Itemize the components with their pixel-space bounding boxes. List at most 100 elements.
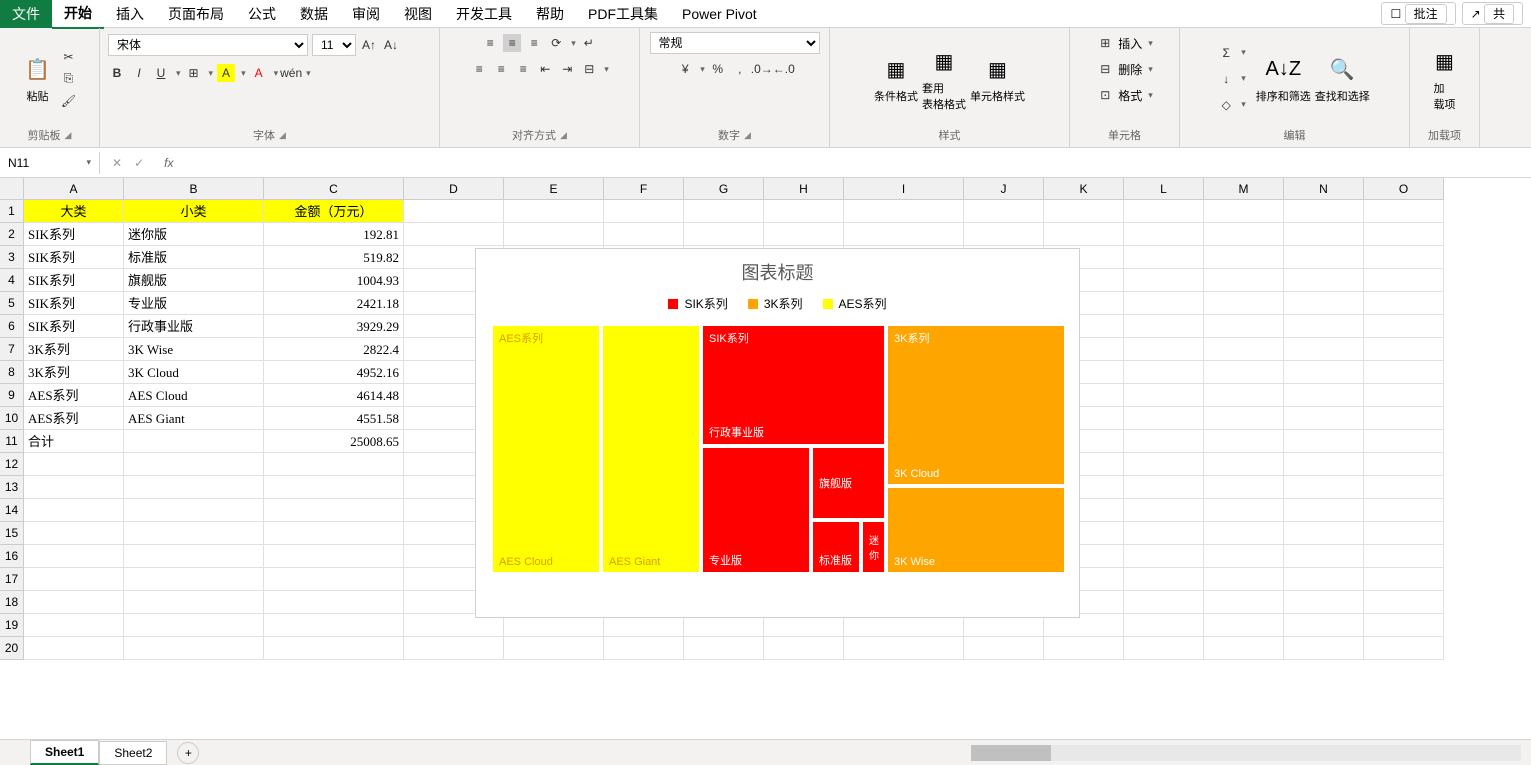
cell-L11[interactable]: [1124, 430, 1204, 453]
cell-M15[interactable]: [1204, 522, 1284, 545]
cell-N11[interactable]: [1284, 430, 1364, 453]
col-header-H[interactable]: H: [764, 178, 844, 200]
cell-A17[interactable]: [24, 568, 124, 591]
cell-K20[interactable]: [1044, 637, 1124, 660]
row-header-12[interactable]: 12: [0, 453, 24, 476]
cell-A13[interactable]: [24, 476, 124, 499]
row-header-20[interactable]: 20: [0, 637, 24, 660]
currency-icon[interactable]: ¥: [676, 60, 694, 78]
cell-C5[interactable]: 2421.18: [264, 292, 404, 315]
cell-A3[interactable]: SIK系列: [24, 246, 124, 269]
cell-E2[interactable]: [504, 223, 604, 246]
col-header-L[interactable]: L: [1124, 178, 1204, 200]
cell-N16[interactable]: [1284, 545, 1364, 568]
wrap-text-icon[interactable]: ↵: [580, 34, 598, 52]
cell-A15[interactable]: [24, 522, 124, 545]
col-header-O[interactable]: O: [1364, 178, 1444, 200]
delete-cells-button[interactable]: ⊟删除▾: [1096, 60, 1153, 78]
row-header-8[interactable]: 8: [0, 361, 24, 384]
cell-O12[interactable]: [1364, 453, 1444, 476]
row-header-1[interactable]: 1: [0, 200, 24, 223]
tm-sik-mini[interactable]: 迷你: [861, 520, 886, 574]
cell-C2[interactable]: 192.81: [264, 223, 404, 246]
cell-O16[interactable]: [1364, 545, 1444, 568]
cell-N8[interactable]: [1284, 361, 1364, 384]
cancel-icon[interactable]: ✕: [112, 156, 122, 170]
cell-N7[interactable]: [1284, 338, 1364, 361]
autosum-button[interactable]: Σ▾: [1217, 44, 1246, 62]
row-header-14[interactable]: 14: [0, 499, 24, 522]
cell-C7[interactable]: 2822.4: [264, 338, 404, 361]
table-format-button[interactable]: ▦套用 表格格式: [920, 46, 968, 112]
align-middle-icon[interactable]: ≡: [503, 34, 521, 52]
sort-filter-button[interactable]: A↓Z排序和筛选: [1254, 54, 1313, 104]
tab-insert[interactable]: 插入: [104, 0, 156, 28]
tab-data[interactable]: 数据: [288, 0, 340, 28]
cell-M1[interactable]: [1204, 200, 1284, 223]
col-header-I[interactable]: I: [844, 178, 964, 200]
add-sheet-button[interactable]: +: [177, 742, 199, 764]
cell-A11[interactable]: 合计: [24, 430, 124, 453]
col-header-J[interactable]: J: [964, 178, 1044, 200]
cell-B17[interactable]: [124, 568, 264, 591]
decrease-decimal-icon[interactable]: ←.0: [775, 60, 793, 78]
cell-B15[interactable]: [124, 522, 264, 545]
decrease-font-icon[interactable]: A↓: [382, 36, 400, 54]
col-header-K[interactable]: K: [1044, 178, 1124, 200]
tab-layout[interactable]: 页面布局: [156, 0, 236, 28]
cell-L7[interactable]: [1124, 338, 1204, 361]
fx-icon[interactable]: fx: [156, 156, 181, 170]
cell-E1[interactable]: [504, 200, 604, 223]
cell-N2[interactable]: [1284, 223, 1364, 246]
phonetic-icon[interactable]: wén: [282, 64, 300, 82]
cell-A2[interactable]: SIK系列: [24, 223, 124, 246]
tm-3k-cloud[interactable]: 3K系列 3K Cloud: [886, 324, 1066, 486]
copy-icon[interactable]: ⎘: [60, 70, 78, 88]
cell-M8[interactable]: [1204, 361, 1284, 384]
cell-O7[interactable]: [1364, 338, 1444, 361]
cell-L6[interactable]: [1124, 315, 1204, 338]
row-header-19[interactable]: 19: [0, 614, 24, 637]
cell-M9[interactable]: [1204, 384, 1284, 407]
clear-button[interactable]: ◇▾: [1217, 96, 1246, 114]
indent-increase-icon[interactable]: ⇥: [558, 60, 576, 78]
tm-aes-giant[interactable]: AES Giant: [601, 324, 701, 574]
cell-A10[interactable]: AES系列: [24, 407, 124, 430]
bold-icon[interactable]: B: [108, 64, 126, 82]
cell-N18[interactable]: [1284, 591, 1364, 614]
cell-B2[interactable]: 迷你版: [124, 223, 264, 246]
font-name-select[interactable]: 宋体: [108, 34, 308, 56]
tm-sik-flagship[interactable]: 旗舰版: [811, 446, 886, 520]
cell-B8[interactable]: 3K Cloud: [124, 361, 264, 384]
cell-L15[interactable]: [1124, 522, 1204, 545]
cell-C11[interactable]: 25008.65: [264, 430, 404, 453]
cell-M19[interactable]: [1204, 614, 1284, 637]
cell-A16[interactable]: [24, 545, 124, 568]
cell-G1[interactable]: [684, 200, 764, 223]
tm-sik-standard[interactable]: 标准版: [811, 520, 861, 574]
cell-M3[interactable]: [1204, 246, 1284, 269]
col-header-M[interactable]: M: [1204, 178, 1284, 200]
formula-input[interactable]: [181, 159, 1531, 167]
tab-review[interactable]: 审阅: [340, 0, 392, 28]
cell-L1[interactable]: [1124, 200, 1204, 223]
tab-pdf[interactable]: PDF工具集: [576, 0, 670, 28]
cell-C15[interactable]: [264, 522, 404, 545]
orientation-icon[interactable]: ⟳: [547, 34, 565, 52]
cell-A12[interactable]: [24, 453, 124, 476]
cell-B3[interactable]: 标准版: [124, 246, 264, 269]
cell-I1[interactable]: [844, 200, 964, 223]
tm-sik-admin[interactable]: SIK系列 行政事业版: [701, 324, 886, 446]
border-icon[interactable]: ⊞: [185, 64, 203, 82]
align-right-icon[interactable]: ≡: [514, 60, 532, 78]
cell-C18[interactable]: [264, 591, 404, 614]
cell-O9[interactable]: [1364, 384, 1444, 407]
name-box[interactable]: N11▾: [0, 152, 100, 174]
sheet-tab-1[interactable]: Sheet1: [30, 740, 99, 765]
cell-L2[interactable]: [1124, 223, 1204, 246]
comment-button[interactable]: ☐ 批注: [1381, 2, 1455, 25]
cell-M16[interactable]: [1204, 545, 1284, 568]
row-header-18[interactable]: 18: [0, 591, 24, 614]
cell-F1[interactable]: [604, 200, 684, 223]
cell-L3[interactable]: [1124, 246, 1204, 269]
